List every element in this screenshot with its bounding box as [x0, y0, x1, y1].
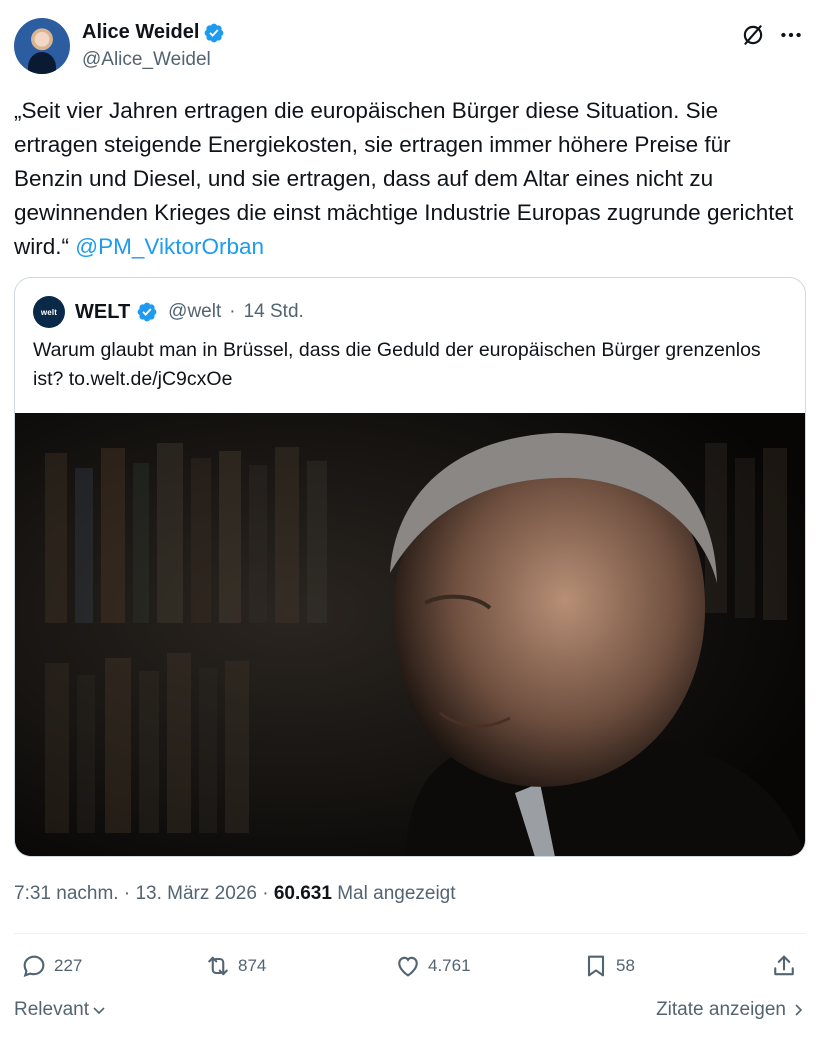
- like-button[interactable]: 4.761: [394, 952, 471, 980]
- sort-dropdown[interactable]: Relevant: [14, 999, 107, 1021]
- repost-button[interactable]: 874: [204, 952, 266, 980]
- share-icon: [774, 955, 794, 976]
- repost-count: 874: [238, 956, 267, 975]
- quoted-timestamp[interactable]: 14 Std.: [244, 301, 304, 323]
- reply-count: 227: [54, 956, 83, 975]
- tweet-meta: 7:31 nachm. · 13. März 2026 · 60.631 Mal…: [14, 883, 456, 905]
- tweet-header: Alice Weidel @Alice_Weidel: [14, 18, 806, 76]
- bookmark-button[interactable]: 58: [582, 952, 635, 980]
- view-count-label: Mal angezeigt: [337, 883, 456, 904]
- author-name[interactable]: Alice Weidel: [82, 21, 199, 44]
- view-count: 60.631: [273, 883, 332, 904]
- meta-separator: ·: [123, 883, 131, 904]
- author-handle[interactable]: @Alice_Weidel: [82, 49, 211, 71]
- bookmark-icon: [587, 955, 605, 977]
- author-avatar[interactable]: [14, 18, 70, 74]
- quoted-tweet-header: welt WELT @welt · 14 Std.: [33, 296, 304, 328]
- quoted-author-name[interactable]: WELT: [75, 301, 130, 324]
- tweet-text: „Seit vier Jahren ertragen die europäisc…: [14, 94, 804, 264]
- like-count: 4.761: [428, 956, 471, 975]
- action-bar: 227 874 4.761 58: [14, 948, 806, 988]
- chevron-down-icon: [93, 1007, 105, 1015]
- like-icon: [398, 956, 418, 977]
- grok-icon[interactable]: [740, 22, 766, 48]
- tweet-time[interactable]: 7:31 nachm.: [14, 883, 119, 904]
- sort-label: Relevant: [14, 999, 89, 1020]
- quoted-separator: ·: [229, 301, 236, 322]
- more-icon[interactable]: [778, 22, 804, 48]
- quoted-author-avatar[interactable]: welt: [33, 296, 65, 328]
- reply-icon: [23, 955, 45, 978]
- author-name-row: Alice Weidel: [82, 21, 225, 44]
- quoted-tweet-text: Warum glaubt man in Brüssel, dass die Ge…: [33, 339, 761, 390]
- tweet-date[interactable]: 13. März 2026: [135, 883, 256, 904]
- view-quotes-link[interactable]: Zitate anzeigen: [656, 999, 806, 1021]
- divider: [14, 933, 806, 934]
- view-quotes-label: Zitate anzeigen: [656, 999, 786, 1020]
- mention-link[interactable]: @PM_ViktorOrban: [75, 234, 264, 259]
- bookmark-count: 58: [616, 956, 635, 975]
- reply-button[interactable]: 227: [20, 952, 82, 980]
- chevron-right-icon: [795, 1004, 803, 1016]
- verified-badge-icon: [205, 23, 224, 42]
- meta-separator: ·: [262, 883, 269, 904]
- repost-icon: [208, 956, 228, 976]
- quoted-tweet-image[interactable]: [15, 413, 805, 857]
- quoted-author-handle[interactable]: @welt: [168, 301, 221, 323]
- verified-badge-icon: [137, 302, 157, 322]
- quoted-tweet[interactable]: welt WELT @welt · 14 Std. Warum glaubt m…: [14, 277, 806, 857]
- share-button[interactable]: [770, 952, 798, 980]
